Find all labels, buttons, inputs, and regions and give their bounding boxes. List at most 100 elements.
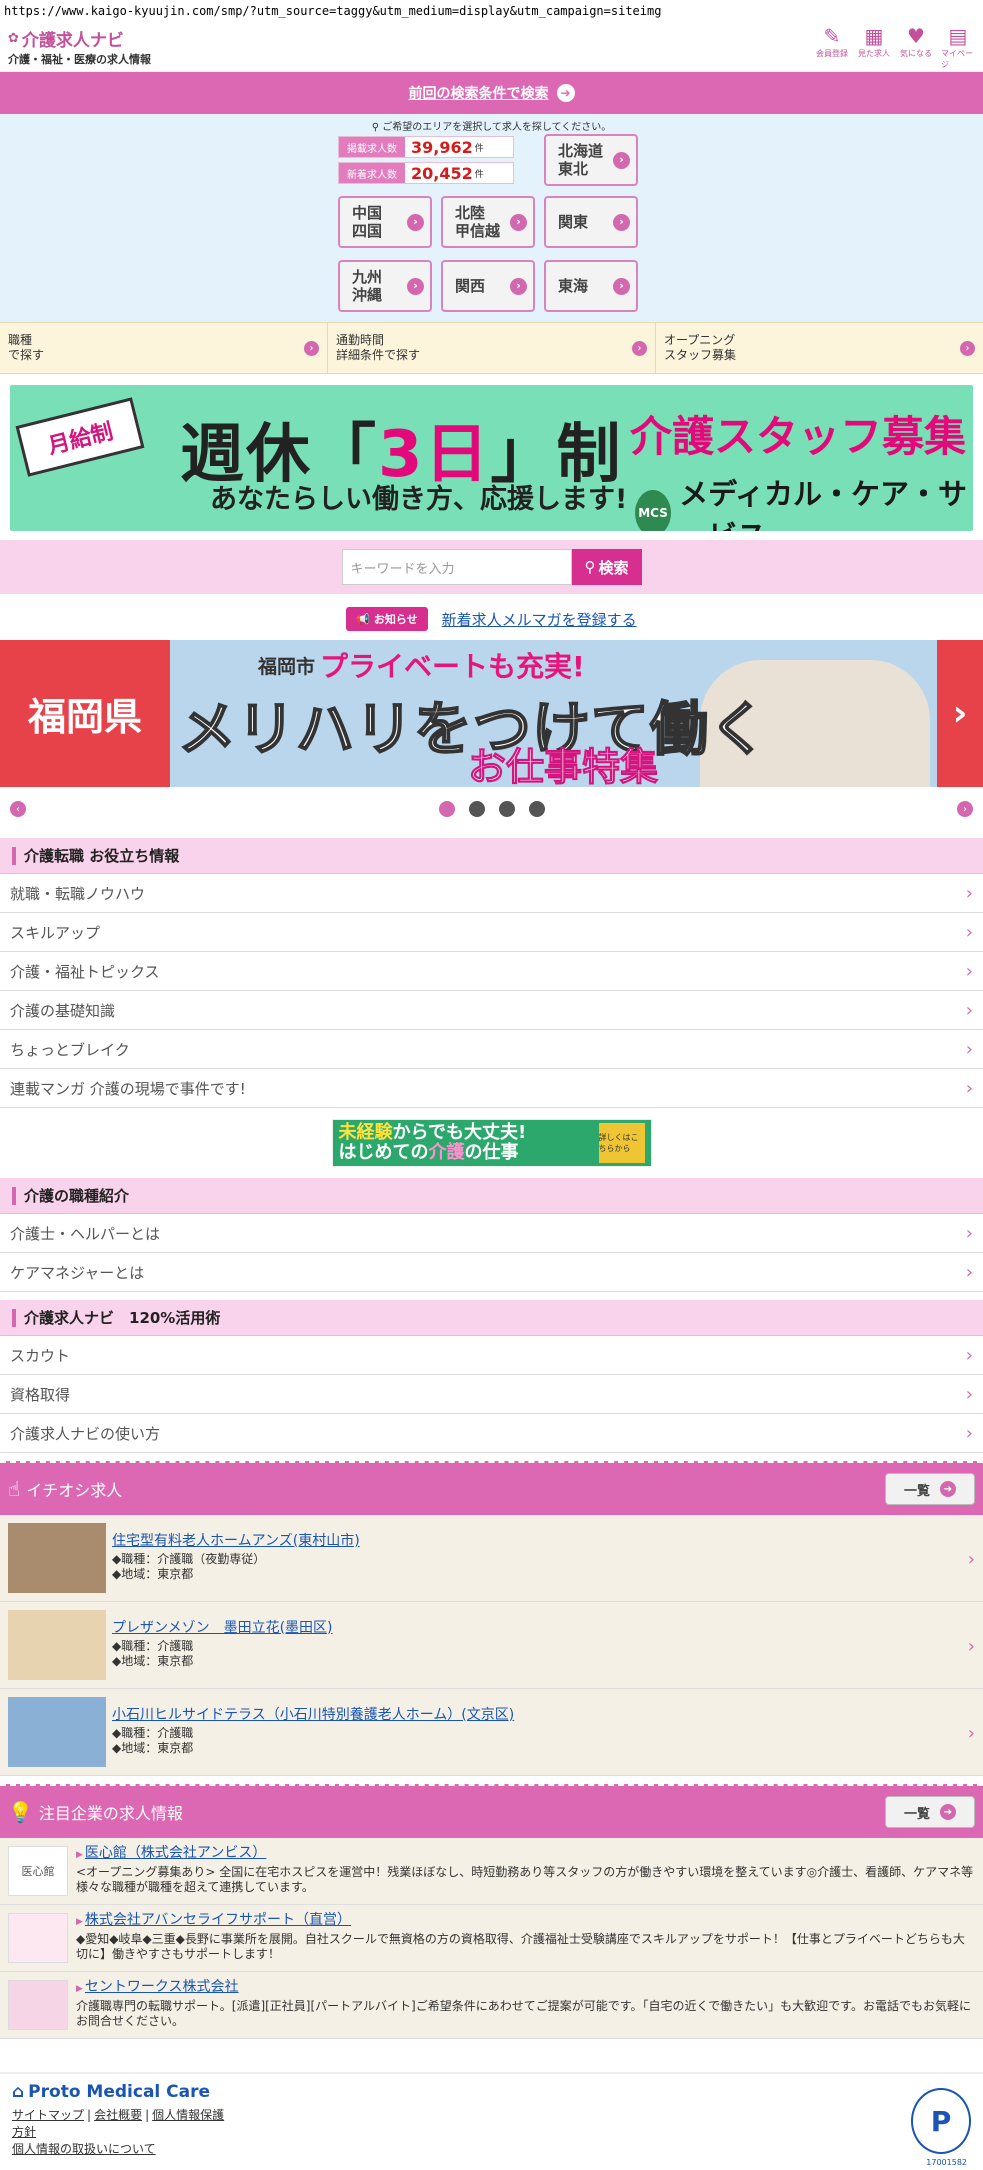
- browser-url[interactable]: https://www.kaigo-kyuujin.com/smp/?utm_s…: [0, 0, 983, 22]
- chevron-right-icon: ›: [510, 277, 527, 295]
- search-icon: ⚲: [584, 558, 596, 576]
- previous-search-button[interactable]: 前回の検索条件で検索 ➔: [0, 72, 983, 114]
- logo-flower-icon: ✿: [8, 31, 19, 46]
- region-hokuriku-koshinetsu[interactable]: 北陸 甲信越 ›: [441, 196, 535, 248]
- pickup-jobs-header: ☝ イチオシ求人 一覧 ➔: [0, 1461, 983, 1515]
- chevron-right-icon: ›: [965, 1038, 973, 1060]
- beginner-banner[interactable]: 未経験からでも大丈夫! はじめての介護の仕事 詳しくはこちらから: [0, 1108, 983, 1178]
- company-item[interactable]: セントワークス株式会社介護職専門の転職サポート。[派遣][正社員][パートアルバ…: [0, 1972, 983, 2039]
- banner-staff-wanted: 介護スタッフ募集: [630, 412, 967, 461]
- keyword-input[interactable]: キーワードを入力: [341, 549, 572, 585]
- company-item[interactable]: 医心館 医心館（株式会社アンビス）<オープニング募集あり> 全国に在宅ホスピスを…: [0, 1838, 983, 1905]
- list-item[interactable]: 介護・福祉トピックス ›: [0, 952, 983, 991]
- carousel-dot[interactable]: [498, 801, 515, 817]
- list-item[interactable]: 介護求人ナビの使い方 ›: [0, 1414, 983, 1453]
- company-link[interactable]: セントワークス株式会社: [76, 1980, 239, 1997]
- privacy-policy-link[interactable]: 個人情報保護: [152, 2108, 224, 2122]
- job-item[interactable]: 住宅型有料老人ホームアンズ(東村山市) ◆職種：介護職（夜勤専従） ◆地域：東京都 …: [0, 1515, 983, 1602]
- list-item[interactable]: 就職・転職ノウハウ ›: [0, 874, 983, 913]
- chevron-right-icon: ›: [967, 1723, 975, 1744]
- calendar-icon: ▦: [864, 23, 884, 48]
- heart-icon: ♥: [907, 23, 925, 48]
- site-header: ✿ 介護求人ナビ 介護・福祉・医療の求人情報 ✎ 会員登録 ▦ 見た求人 ♥ 気になる …: [0, 22, 983, 72]
- privacy-policy-link-cont[interactable]: 方針: [12, 2125, 36, 2139]
- search-button[interactable]: ⚲ 検索: [571, 549, 642, 585]
- job-image: [8, 1697, 106, 1767]
- pointing-hand-icon: ☝: [8, 1477, 21, 1501]
- fukuoka-feature-banner[interactable]: 福岡県 福岡市 プライベートも充実! メリハリをつけて働く お仕事特集 ›: [0, 640, 983, 787]
- region-chugoku-shikoku[interactable]: 中国 四国 ›: [338, 196, 432, 248]
- category-occupation[interactable]: 職種 で探す ›: [0, 323, 328, 373]
- register-button[interactable]: ✎ 会員登録: [815, 24, 849, 70]
- region-kanto[interactable]: 関東 ›: [544, 196, 638, 248]
- viewed-jobs-button[interactable]: ▦ 見た求人: [857, 24, 891, 70]
- chevron-right-icon: ›: [967, 1549, 975, 1570]
- list-item[interactable]: ちょっとブレイク ›: [0, 1030, 983, 1069]
- banner-company: MCSメディカル・ケア・サービス: [635, 471, 973, 531]
- list-item[interactable]: スカウト ›: [0, 1336, 983, 1375]
- chevron-right-icon: ›: [407, 213, 424, 231]
- job-title-link[interactable]: プレザンメゾン 墨田立花(墨田区): [112, 1621, 333, 1636]
- chevron-right-icon: ›: [965, 882, 973, 904]
- pickup-list-button[interactable]: 一覧 ➔: [885, 1473, 975, 1505]
- region-kyushu-okinawa[interactable]: 九州 沖縄 ›: [338, 260, 432, 312]
- category-commute[interactable]: 通勤時間 詳細条件で探す ›: [328, 323, 656, 373]
- chevron-right-icon: ›: [632, 340, 647, 356]
- list-item[interactable]: 連載マンガ 介護の現場で事件です! ›: [0, 1069, 983, 1108]
- chevron-right-icon: ›: [965, 1261, 973, 1283]
- logo-subtitle: 介護・福祉・医療の求人情報: [8, 53, 151, 66]
- pin-icon: ⚲: [371, 122, 380, 133]
- carousel-prev-icon[interactable]: ‹: [10, 801, 26, 817]
- carousel-next-icon[interactable]: ›: [957, 801, 973, 817]
- banner-next-icon[interactable]: ›: [937, 640, 983, 787]
- carousel-dots: ‹ ›: [0, 790, 983, 828]
- carousel-dot[interactable]: [528, 801, 545, 817]
- sitemap-link[interactable]: サイトマップ: [12, 2108, 84, 2122]
- mypage-button[interactable]: ▤ マイページ: [941, 24, 975, 70]
- previous-search-label: 前回の検索条件で検索: [408, 86, 549, 102]
- chevron-right-icon: ›: [965, 960, 973, 982]
- job-item[interactable]: 小石川ヒルサイドテラス（小石川特別養護老人ホーム）(文京区) ◆職種：介護職 ◆地域…: [0, 1689, 983, 1776]
- job-item[interactable]: プレザンメゾン 墨田立花(墨田区) ◆職種：介護職 ◆地域：東京都 ›: [0, 1602, 983, 1689]
- job-title-link[interactable]: 住宅型有料老人ホームアンズ(東村山市): [112, 1534, 360, 1549]
- personal-info-link[interactable]: 個人情報の取扱いについて: [12, 2142, 156, 2156]
- pencil-icon: ✎: [823, 23, 841, 48]
- region-hokkaido-tohoku[interactable]: 北海道 東北 ›: [544, 134, 638, 186]
- total-jobs-count: 掲載求人数 39,962 件: [338, 136, 514, 158]
- logo-title: 介護求人ナビ: [21, 31, 124, 51]
- company-item[interactable]: 株式会社アバンセライフサポート（直営）◆愛知◆岐阜◆三重◆長野に事業所を展開。自…: [0, 1905, 983, 1972]
- featured-list-button[interactable]: 一覧 ➔: [885, 1796, 975, 1828]
- featured-companies-header: 💡 注目企業の求人情報 一覧 ➔: [0, 1784, 983, 1838]
- category-opening[interactable]: オープニング スタッフ募集 ›: [656, 323, 983, 373]
- list-item[interactable]: 介護士・ヘルパーとは ›: [0, 1214, 983, 1253]
- keyword-search: キーワードを入力 ⚲ 検索: [0, 540, 983, 594]
- chevron-right-icon: ›: [960, 340, 975, 356]
- chevron-right-icon: ➔: [556, 84, 575, 102]
- chevron-right-icon: ›: [510, 213, 527, 231]
- proto-logo-icon: ⌂: [12, 2082, 25, 2102]
- carousel-dot[interactable]: [468, 801, 485, 817]
- region-tokai[interactable]: 東海 ›: [544, 260, 638, 312]
- carousel-dot[interactable]: [438, 801, 455, 817]
- mcs-recruit-banner[interactable]: 月給制 週休「3日」制 あなたらしい働き方、応援します! 介護スタッフ募集 MC…: [10, 385, 973, 531]
- job-title-link[interactable]: 小石川ヒルサイドテラス（小石川特別養護老人ホーム）(文京区): [112, 1708, 514, 1723]
- newsletter-link[interactable]: 新着求人メルマガを登録する: [442, 609, 637, 630]
- mcs-logo: MCS: [635, 490, 672, 531]
- company-link[interactable]: 株式会社アバンセライフサポート（直営）: [76, 1913, 351, 1930]
- list-item[interactable]: スキルアップ ›: [0, 913, 983, 952]
- site-logo[interactable]: ✿ 介護求人ナビ 介護・福祉・医療の求人情報: [8, 26, 151, 67]
- chevron-right-icon: ›: [613, 277, 630, 295]
- region-kansai[interactable]: 関西 ›: [441, 260, 535, 312]
- list-item[interactable]: 資格取得 ›: [0, 1375, 983, 1414]
- banner-tagline: プライベートも充実!: [320, 650, 585, 683]
- new-jobs-count: 新着求人数 20,452 件: [338, 162, 514, 184]
- company-info-link[interactable]: 会社概要: [94, 2108, 142, 2122]
- company-link[interactable]: 医心館（株式会社アンビス）: [76, 1846, 266, 1863]
- favorites-button[interactable]: ♥ 気になる: [899, 24, 933, 70]
- list-item[interactable]: 介護の基礎知識 ›: [0, 991, 983, 1030]
- arrow-right-icon: ➔: [940, 1804, 956, 1820]
- list-item[interactable]: ケアマネジャーとは ›: [0, 1253, 983, 1292]
- header-icons: ✎ 会員登録 ▦ 見た求人 ♥ 気になる ▤ マイページ: [815, 24, 975, 70]
- company-logo: [8, 1980, 68, 2030]
- notice-bar: 📢 お知らせ 新着求人メルマガを登録する: [0, 604, 983, 634]
